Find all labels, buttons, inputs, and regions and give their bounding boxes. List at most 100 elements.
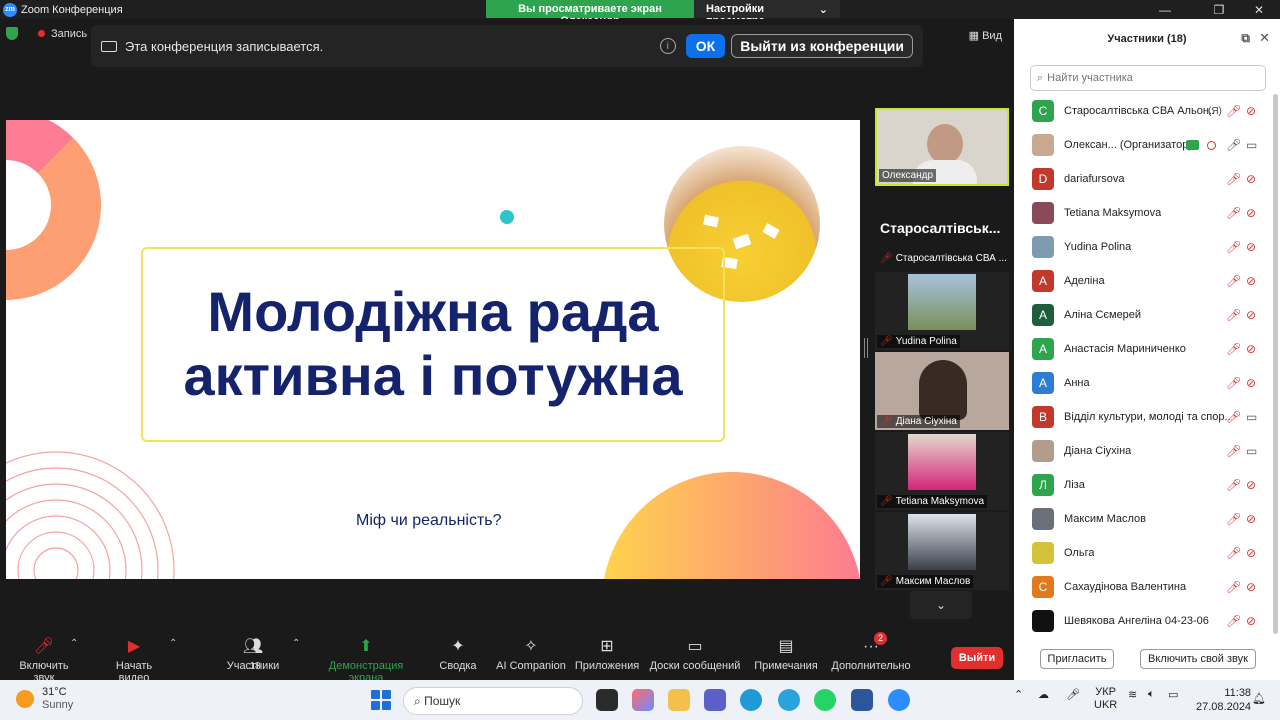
mic-on-icon[interactable]: 🎤︎ — [1226, 138, 1241, 152]
participant-search[interactable]: ⌕ — [1030, 65, 1266, 91]
participant-row[interactable]: С Старосалтівська СВА Альон... (Я) 🎤︎ ⊘ — [1014, 94, 1272, 128]
shield-icon[interactable] — [6, 27, 18, 40]
record-label[interactable]: Запись — [51, 28, 87, 40]
invite-button[interactable]: Пригласить — [1040, 649, 1114, 669]
mic-muted-icon[interactable]: 🎤︎ — [1226, 206, 1241, 220]
minimize-icon[interactable]: — — [1142, 0, 1188, 19]
participant-tile[interactable]: 🎤︎ Максим Маслов — [875, 512, 1009, 590]
end-meeting-button[interactable]: Выйти — [951, 647, 1003, 669]
camera-off-icon[interactable]: ⊘ — [1246, 376, 1256, 390]
camera-off-icon[interactable]: ⊘ — [1246, 614, 1256, 628]
wifi-icon[interactable]: ≋ — [1128, 688, 1137, 701]
scroll-down-button[interactable]: ⌄ — [910, 591, 972, 619]
participant-row[interactable]: А Анна 🎤︎ ⊘ — [1014, 366, 1272, 400]
panel-scrollbar[interactable] — [1273, 94, 1278, 634]
participant-row[interactable]: А Анастасія Мариниченко 🎤︎ ⊘ — [1014, 332, 1272, 366]
participant-tile[interactable]: 🎤︎ Діана Сіухіна — [875, 352, 1009, 430]
zoom-taskbar-icon[interactable] — [888, 689, 910, 711]
participant-row[interactable]: Олексан... (Организатор) 🎤︎ ▭ — [1014, 128, 1272, 162]
camera-off-icon[interactable]: ⊘ — [1246, 172, 1256, 186]
camera-off-icon[interactable]: ⊘ — [1246, 512, 1256, 526]
participant-row[interactable]: Ольга 🎤︎ ⊘ — [1014, 536, 1272, 570]
mic-muted-icon[interactable]: 🎤︎ — [1226, 274, 1241, 288]
mic-muted-icon[interactable]: 🎤︎ — [1226, 308, 1241, 322]
mic-muted-icon[interactable]: 🎤︎ — [1226, 410, 1241, 424]
camera-off-icon[interactable]: ⊘ — [1246, 546, 1256, 560]
microphone-icon[interactable]: 🎤︎ — [1066, 688, 1080, 701]
taskbar-search[interactable]: ⌕ Пошук — [403, 687, 583, 715]
notification-bell-icon[interactable]: 🔔︎ — [1252, 692, 1266, 705]
mic-muted-icon[interactable]: 🎤︎ — [1226, 512, 1241, 526]
telegram-icon[interactable] — [778, 689, 800, 711]
participant-search-input[interactable] — [1047, 72, 1248, 84]
edge-icon[interactable] — [740, 689, 762, 711]
unmute-me-button[interactable]: Включить свой звук — [1140, 649, 1256, 669]
mic-muted-icon[interactable]: 🎤︎ — [1226, 104, 1241, 118]
mic-muted-icon[interactable]: 🎤︎ — [1226, 444, 1241, 458]
windows-start-icon[interactable] — [371, 690, 391, 710]
task-view-icon[interactable] — [596, 689, 618, 711]
active-speaker-tile[interactable]: Олександр — [875, 108, 1009, 186]
close-panel-icon[interactable]: ✕ — [1259, 30, 1270, 46]
chevron-up-icon[interactable]: ⌃ — [169, 638, 177, 649]
mic-muted-icon[interactable]: 🎤︎ — [1226, 546, 1241, 560]
camera-on-icon[interactable]: ▭ — [1246, 444, 1257, 458]
share-screen-button[interactable]: ⬆ Демонстрация экрана — [312, 638, 420, 684]
chevron-up-icon[interactable]: ⌃ — [1014, 688, 1023, 701]
summary-button[interactable]: ✦ Сводка — [438, 638, 478, 672]
teams-icon[interactable] — [704, 689, 726, 711]
camera-off-icon[interactable]: ⊘ — [1246, 240, 1256, 254]
view-button[interactable]: ▦ Вид — [969, 29, 1002, 42]
camera-off-icon[interactable]: ⊘ — [1246, 104, 1256, 118]
camera-off-icon[interactable]: ⊘ — [1246, 206, 1256, 220]
camera-off-icon[interactable]: ⊘ — [1246, 478, 1256, 492]
mic-muted-icon[interactable]: 🎤︎ — [1226, 376, 1241, 390]
participant-row[interactable]: Максим Маслов 🎤︎ ⊘ — [1014, 502, 1272, 536]
mic-muted-icon[interactable]: 🎤︎ — [1226, 240, 1241, 254]
participant-row[interactable]: Л Ліза 🎤︎ ⊘ — [1014, 468, 1272, 502]
close-icon[interactable]: ✕ — [1236, 0, 1280, 19]
participant-tile[interactable]: 🎤︎ Tetiana Maksymova — [875, 432, 1009, 510]
popout-icon[interactable]: ⧉ — [1241, 31, 1250, 46]
camera-off-icon[interactable]: ⊘ — [1246, 342, 1256, 356]
camera-off-icon[interactable]: ⊘ — [1246, 580, 1256, 594]
chevron-up-icon[interactable]: ⌃ — [292, 638, 300, 649]
notes-button[interactable]: ▤ Примечания — [752, 638, 820, 672]
leave-meeting-button[interactable]: Выйти из конференции — [731, 34, 913, 58]
participant-row[interactable]: Yudina Polina 🎤︎ ⊘ — [1014, 230, 1272, 264]
copilot-icon[interactable] — [632, 689, 654, 711]
weather-widget[interactable]: 31°C Sunny — [16, 686, 73, 712]
camera-on-icon[interactable]: ▭ — [1246, 138, 1257, 152]
ai-companion-button[interactable]: ✧ AI Companion — [496, 638, 566, 672]
cloud-icon[interactable]: ☁ — [1038, 688, 1049, 701]
participant-row[interactable]: С Сахаудінова Валентина 🎤︎ ⊘ — [1014, 570, 1272, 604]
ok-button[interactable]: ОК — [685, 34, 726, 58]
participants-button[interactable]: 👥︎18 Участники — [226, 638, 280, 672]
more-button[interactable]: ··· 2 Дополнительно — [830, 632, 912, 672]
participant-row[interactable]: В Відділ культури, молоді та спор... 🎤︎ ▭ — [1014, 400, 1272, 434]
start-video-button[interactable]: ▶︎ Начать видео — [100, 638, 168, 684]
whatsapp-icon[interactable] — [814, 689, 836, 711]
word-icon[interactable] — [851, 689, 873, 711]
language-indicator[interactable]: УКР UKR — [1094, 686, 1117, 712]
participant-row[interactable]: А Аделіна 🎤︎ ⊘ — [1014, 264, 1272, 298]
camera-off-icon[interactable]: ⊘ — [1246, 308, 1256, 322]
participant-row[interactable]: А Аліна Сємерей 🎤︎ ⊘ — [1014, 298, 1272, 332]
view-options-dropdown[interactable]: Настройки просмотра ⌄ — [694, 0, 840, 27]
mic-muted-icon[interactable]: 🎤︎ — [1226, 478, 1241, 492]
camera-off-icon[interactable]: ⊘ — [1246, 274, 1256, 288]
participant-row[interactable]: Ddariafursova 🎤︎ ⊘ — [1014, 162, 1272, 196]
clock[interactable]: 11:38 27.08.2024 — [1196, 686, 1251, 714]
whiteboards-button[interactable]: ▭ Доски сообщений — [648, 638, 742, 672]
file-explorer-icon[interactable] — [668, 689, 690, 711]
participant-row[interactable]: Tetiana Maksymova 🎤︎ ⊘ — [1014, 196, 1272, 230]
participant-row[interactable]: Шевякова Ангеліна 04-23-06 🎤︎ ⊘ — [1014, 604, 1272, 638]
speaker-icon[interactable]: 🔈︎ — [1148, 688, 1155, 701]
participant-tile[interactable]: 🎤︎ Yudina Polina — [875, 272, 1009, 350]
mic-muted-icon[interactable]: 🎤︎ — [1226, 614, 1241, 628]
participant-tile[interactable]: 🎤︎ Старосалтівська СВА ... — [875, 249, 1009, 267]
camera-on-icon[interactable]: ▭ — [1246, 410, 1257, 424]
mic-muted-icon[interactable]: 🎤︎ — [1226, 342, 1241, 356]
chevron-up-icon[interactable]: ⌃ — [70, 638, 78, 649]
mic-muted-icon[interactable]: 🎤︎ — [1226, 580, 1241, 594]
